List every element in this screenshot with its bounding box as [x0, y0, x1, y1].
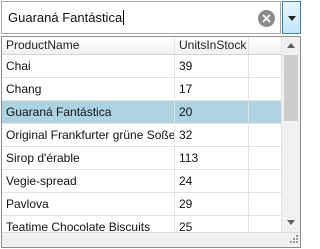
cell-filler [249, 193, 281, 215]
cell-filler [249, 170, 281, 192]
scroll-up-arrow-icon[interactable] [287, 43, 295, 48]
cell-unitsinstock: 29 [175, 193, 249, 215]
table-row[interactable]: Chang 17 [2, 78, 281, 101]
cell-filler [249, 216, 281, 232]
resize-grip-icon[interactable] [288, 235, 298, 245]
table-row[interactable]: Pavlova 29 [2, 193, 281, 216]
cell-productname: Pavlova [2, 193, 175, 215]
cell-unitsinstock: 24 [175, 170, 249, 192]
scroll-down-arrow-icon[interactable] [287, 220, 295, 225]
popup-footer [2, 232, 300, 247]
cell-productname: Original Frankfurter grüne Soße [2, 124, 175, 146]
table-row[interactable]: Chai 39 [2, 55, 281, 78]
cell-productname: Chang [2, 78, 175, 100]
grid-rows: Chai 39 Chang 17 Guaraná Fantástica 20 O… [2, 55, 281, 232]
cell-filler [249, 147, 281, 169]
cell-unitsinstock: 25 [175, 216, 249, 232]
dropdown-button[interactable] [282, 1, 301, 34]
cell-unitsinstock: 113 [175, 147, 249, 169]
cell-filler [249, 124, 281, 146]
cell-productname: Chai [2, 55, 175, 77]
column-header-productname[interactable]: ProductName [2, 37, 175, 55]
cell-unitsinstock: 20 [175, 101, 249, 123]
cell-filler [249, 78, 281, 100]
vertical-scrollbar[interactable] [281, 37, 300, 232]
product-grid: ProductName UnitsInStock Chai 39 Chang 1… [2, 37, 281, 232]
table-row[interactable]: Vegie-spread 24 [2, 170, 281, 193]
combobox: Guaraná Fantástica [0, 0, 302, 36]
column-header-filler [249, 37, 281, 55]
cell-productname: Vegie-spread [2, 170, 175, 192]
close-icon [262, 14, 271, 23]
clear-button[interactable] [258, 10, 275, 27]
cell-filler [249, 55, 281, 77]
table-row[interactable]: Original Frankfurter grüne Soße 32 [2, 124, 281, 147]
table-row[interactable]: Guaraná Fantástica 20 [2, 101, 281, 124]
cell-unitsinstock: 39 [175, 55, 249, 77]
cell-productname: Teatime Chocolate Biscuits [2, 216, 175, 232]
scrollbar-thumb[interactable] [284, 55, 298, 121]
cell-filler [249, 101, 281, 123]
cell-unitsinstock: 17 [175, 78, 249, 100]
table-row[interactable]: Teatime Chocolate Biscuits 25 [2, 216, 281, 232]
search-input[interactable]: Guaraná Fantástica [1, 1, 281, 34]
cell-productname: Guaraná Fantástica [2, 101, 175, 123]
column-header-unitsinstock[interactable]: UnitsInStock [175, 37, 249, 55]
dropdown-popup: ProductName UnitsInStock Chai 39 Chang 1… [1, 36, 301, 248]
text-caret [123, 10, 125, 25]
cell-unitsinstock: 32 [175, 124, 249, 146]
grid-header: ProductName UnitsInStock [2, 37, 281, 55]
search-input-value: Guaraná Fantástica [8, 10, 123, 25]
cell-productname: Sirop d'érable [2, 147, 175, 169]
table-row[interactable]: Sirop d'érable 113 [2, 147, 281, 170]
chevron-down-icon [288, 16, 296, 21]
